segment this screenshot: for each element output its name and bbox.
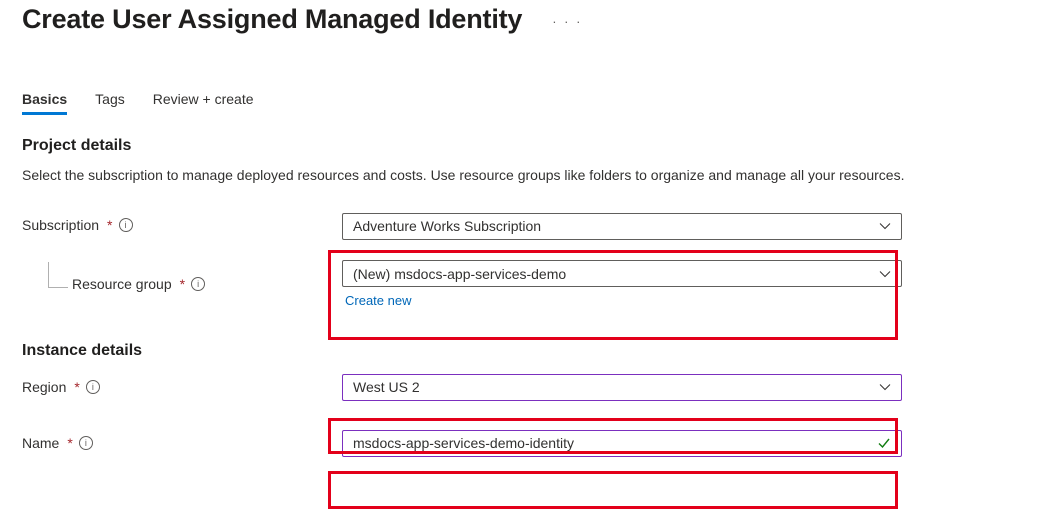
name-value: msdocs-app-services-demo-identity [353,435,877,451]
region-select[interactable]: West US 2 [342,374,902,401]
tab-review-create[interactable]: Review + create [153,91,254,113]
subscription-select[interactable]: Adventure Works Subscription [342,213,902,240]
label-region-text: Region [22,379,66,395]
label-name: Name * i [22,435,342,451]
required-icon: * [67,435,72,451]
row-region: Region * i West US 2 [22,370,1028,404]
chevron-down-icon [879,381,891,393]
tab-tags[interactable]: Tags [95,91,125,113]
page-header: Create User Assigned Managed Identity · … [22,0,1028,35]
tabs: Basics Tags Review + create [22,91,1028,113]
tab-basics[interactable]: Basics [22,91,67,113]
required-icon: * [107,217,112,233]
required-icon: * [74,379,79,395]
info-icon[interactable]: i [191,277,205,291]
ellipsis-icon: · · · [552,14,582,29]
section-instance-details-title: Instance details [22,342,1028,360]
label-resource-group-text: Resource group [72,276,172,292]
resource-group-value: (New) msdocs-app-services-demo [353,266,879,282]
name-input[interactable]: msdocs-app-services-demo-identity [342,430,902,457]
create-new-link[interactable]: Create new [345,293,912,308]
label-name-text: Name [22,435,59,451]
row-resource-group: Resource group * i (New) msdocs-app-serv… [22,260,1028,308]
highlight-name [328,471,898,509]
chevron-down-icon [879,220,891,232]
section-project-details-title: Project details [22,137,1028,155]
label-resource-group: Resource group * i [22,276,342,292]
tree-indent-guide [48,262,68,288]
required-icon: * [180,276,185,292]
chevron-down-icon [879,268,891,280]
info-icon[interactable]: i [119,218,133,232]
row-subscription: Subscription * i Adventure Works Subscri… [22,208,1028,242]
label-region: Region * i [22,379,342,395]
check-icon [877,436,891,450]
page-title: Create User Assigned Managed Identity [22,4,522,35]
more-menu[interactable]: · · · [552,14,582,29]
region-value: West US 2 [353,379,879,395]
info-icon[interactable]: i [79,436,93,450]
label-subscription: Subscription * i [22,217,342,233]
section-project-details-desc: Select the subscription to manage deploy… [22,165,952,186]
row-name: Name * i msdocs-app-services-demo-identi… [22,426,1028,460]
subscription-value: Adventure Works Subscription [353,218,879,234]
resource-group-select[interactable]: (New) msdocs-app-services-demo [342,260,902,287]
info-icon[interactable]: i [86,380,100,394]
label-subscription-text: Subscription [22,217,99,233]
